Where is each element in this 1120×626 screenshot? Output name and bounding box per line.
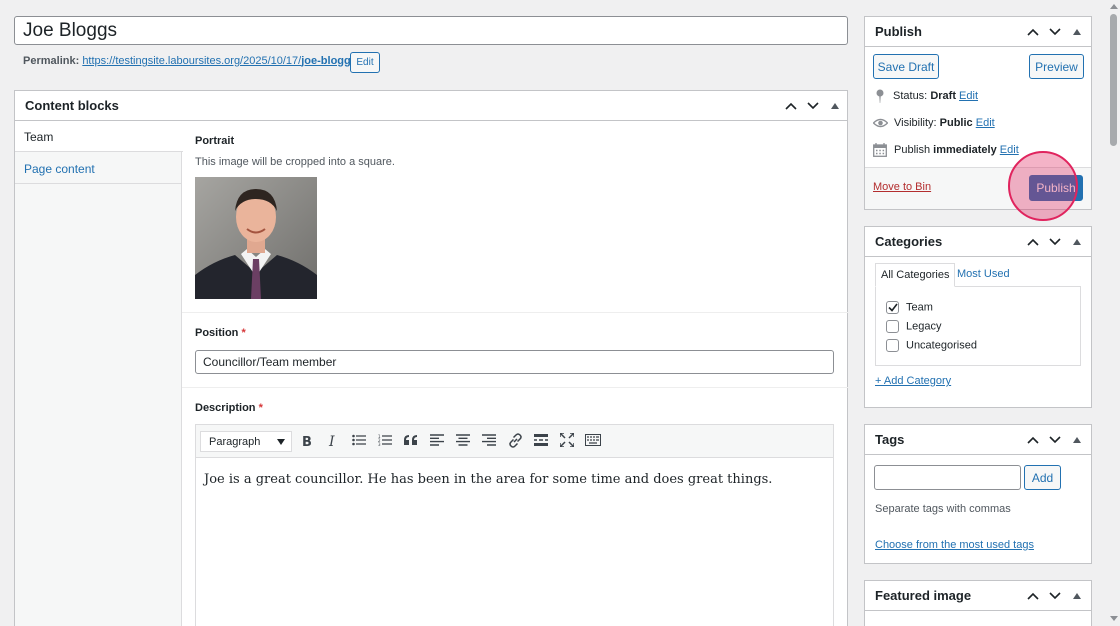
featured-image-header: Featured image: [865, 581, 1091, 611]
svg-text:I: I: [328, 434, 335, 447]
publish-button[interactable]: Publish: [1029, 175, 1083, 201]
toolbar-toggle-icon[interactable]: [582, 425, 604, 455]
categories-box: Categories All Categories Most Used Team…: [864, 226, 1092, 408]
tags-input[interactable]: [874, 465, 1021, 490]
collapse-toggle-icon[interactable]: [1067, 430, 1087, 450]
tags-hint: Separate tags with commas: [875, 503, 1011, 515]
scroll-down-icon[interactable]: [1110, 616, 1118, 621]
move-up-icon[interactable]: [1023, 586, 1043, 606]
tab-page-content[interactable]: Page content: [15, 152, 182, 184]
categories-header: Categories: [865, 227, 1091, 257]
field-divider: [182, 387, 848, 388]
move-up-icon[interactable]: [781, 96, 801, 116]
add-tag-button[interactable]: Add: [1024, 465, 1061, 490]
category-checklist: Team Legacy Uncategorised: [875, 286, 1081, 366]
permalink-label: Permalink:: [23, 55, 80, 67]
tags-box: Tags Add Separate tags with commas Choos…: [864, 424, 1092, 564]
pin-icon: [876, 89, 884, 103]
preview-button[interactable]: Preview: [1029, 54, 1084, 79]
add-category-link[interactable]: + Add Category: [875, 375, 951, 387]
editor-wrapper: Paragraph B I 123 Joe is a great council…: [195, 424, 834, 626]
italic-icon[interactable]: I: [322, 425, 344, 455]
permalink-edit-button[interactable]: Edit: [350, 52, 380, 73]
tab-most-used[interactable]: Most Used: [957, 268, 1010, 280]
numbered-list-icon[interactable]: 123: [374, 425, 396, 455]
post-title-text: Joe Bloggs: [23, 20, 118, 41]
publish-header: Publish: [865, 17, 1091, 47]
save-draft-button[interactable]: Save Draft: [873, 54, 939, 79]
move-down-icon[interactable]: [1045, 430, 1065, 450]
scrollbar-track[interactable]: [1108, 0, 1120, 626]
bullet-list-icon[interactable]: [348, 425, 370, 455]
align-center-icon[interactable]: [452, 425, 474, 455]
move-down-icon[interactable]: [803, 96, 823, 116]
portrait-label: Portrait: [195, 135, 235, 147]
portrait-image[interactable]: [195, 177, 317, 299]
blockquote-icon[interactable]: [400, 425, 422, 455]
read-more-icon[interactable]: [530, 425, 552, 455]
collapse-toggle-icon[interactable]: [1067, 232, 1087, 252]
visibility-row: Visibility: Public Edit: [873, 117, 995, 129]
move-up-icon[interactable]: [1023, 22, 1043, 42]
scroll-up-icon[interactable]: [1110, 4, 1118, 9]
checkbox-icon[interactable]: [886, 320, 899, 333]
fullscreen-icon[interactable]: [556, 425, 578, 455]
align-right-icon[interactable]: [478, 425, 500, 455]
collapse-toggle-icon[interactable]: [825, 96, 845, 116]
publish-box: Publish Save Draft Preview Status: Draft…: [864, 16, 1092, 210]
checkbox-icon[interactable]: [886, 339, 899, 352]
post-title-input[interactable]: Joe Bloggs: [14, 16, 848, 45]
permalink-row: Permalink: https://testingsite.laboursit…: [23, 55, 360, 71]
format-select[interactable]: Paragraph: [200, 431, 292, 452]
collapse-toggle-icon[interactable]: [1067, 22, 1087, 42]
status-row: Status: Draft Edit: [875, 89, 978, 103]
description-label: Description *: [195, 402, 263, 414]
permalink-url[interactable]: https://testingsite.laboursites.org/2025…: [82, 55, 360, 67]
svg-text:B: B: [302, 435, 312, 447]
checkbox-checked-icon[interactable]: [886, 301, 899, 314]
publish-title: Publish: [875, 24, 922, 39]
category-item-team[interactable]: Team: [886, 301, 933, 314]
description-editor-body[interactable]: Joe is a great councillor. He has been i…: [204, 472, 824, 487]
move-to-bin-link[interactable]: Move to Bin: [873, 181, 931, 193]
category-item-legacy[interactable]: Legacy: [886, 320, 941, 333]
tab-all-categories[interactable]: All Categories: [875, 263, 956, 287]
choose-most-used-tags-link[interactable]: Choose from the most used tags: [875, 539, 1034, 551]
editor-toolbar: Paragraph B I 123: [196, 425, 833, 458]
portrait-hint: This image will be cropped into a square…: [195, 156, 395, 168]
schedule-row: Publish immediately Edit: [873, 143, 1019, 157]
move-up-icon[interactable]: [1023, 430, 1043, 450]
bold-icon[interactable]: B: [296, 425, 318, 455]
move-down-icon[interactable]: [1045, 586, 1065, 606]
move-up-icon[interactable]: [1023, 232, 1043, 252]
field-divider: [182, 312, 848, 313]
tags-header: Tags: [865, 425, 1091, 455]
eye-icon: [873, 118, 888, 128]
svg-text:3: 3: [378, 442, 381, 446]
scrollbar-thumb[interactable]: [1110, 14, 1117, 146]
move-down-icon[interactable]: [1045, 22, 1065, 42]
link-icon[interactable]: [504, 425, 526, 455]
tab-team[interactable]: Team: [15, 121, 183, 152]
content-blocks-box: Content blocks Team Page content Portrai…: [14, 90, 848, 626]
content-blocks-header: Content blocks: [15, 91, 847, 121]
featured-image-box: Featured image: [864, 580, 1092, 626]
schedule-edit-link[interactable]: Edit: [1000, 144, 1019, 156]
position-input[interactable]: Councillor/Team member: [195, 350, 834, 374]
content-blocks-tab-column: [15, 121, 182, 626]
move-down-icon[interactable]: [1045, 232, 1065, 252]
collapse-toggle-icon[interactable]: [1067, 586, 1087, 606]
align-left-icon[interactable]: [426, 425, 448, 455]
tags-title: Tags: [875, 432, 905, 447]
featured-image-title: Featured image: [875, 588, 972, 603]
position-label: Position *: [195, 327, 246, 339]
content-blocks-title: Content blocks: [25, 98, 119, 113]
status-edit-link[interactable]: Edit: [959, 90, 978, 102]
calendar-icon: [873, 143, 887, 157]
visibility-edit-link[interactable]: Edit: [976, 117, 995, 129]
categories-title: Categories: [875, 234, 943, 249]
chevron-down-icon: [277, 439, 285, 445]
category-item-uncategorised[interactable]: Uncategorised: [886, 339, 977, 352]
portrait-photo-icon: [195, 177, 317, 299]
